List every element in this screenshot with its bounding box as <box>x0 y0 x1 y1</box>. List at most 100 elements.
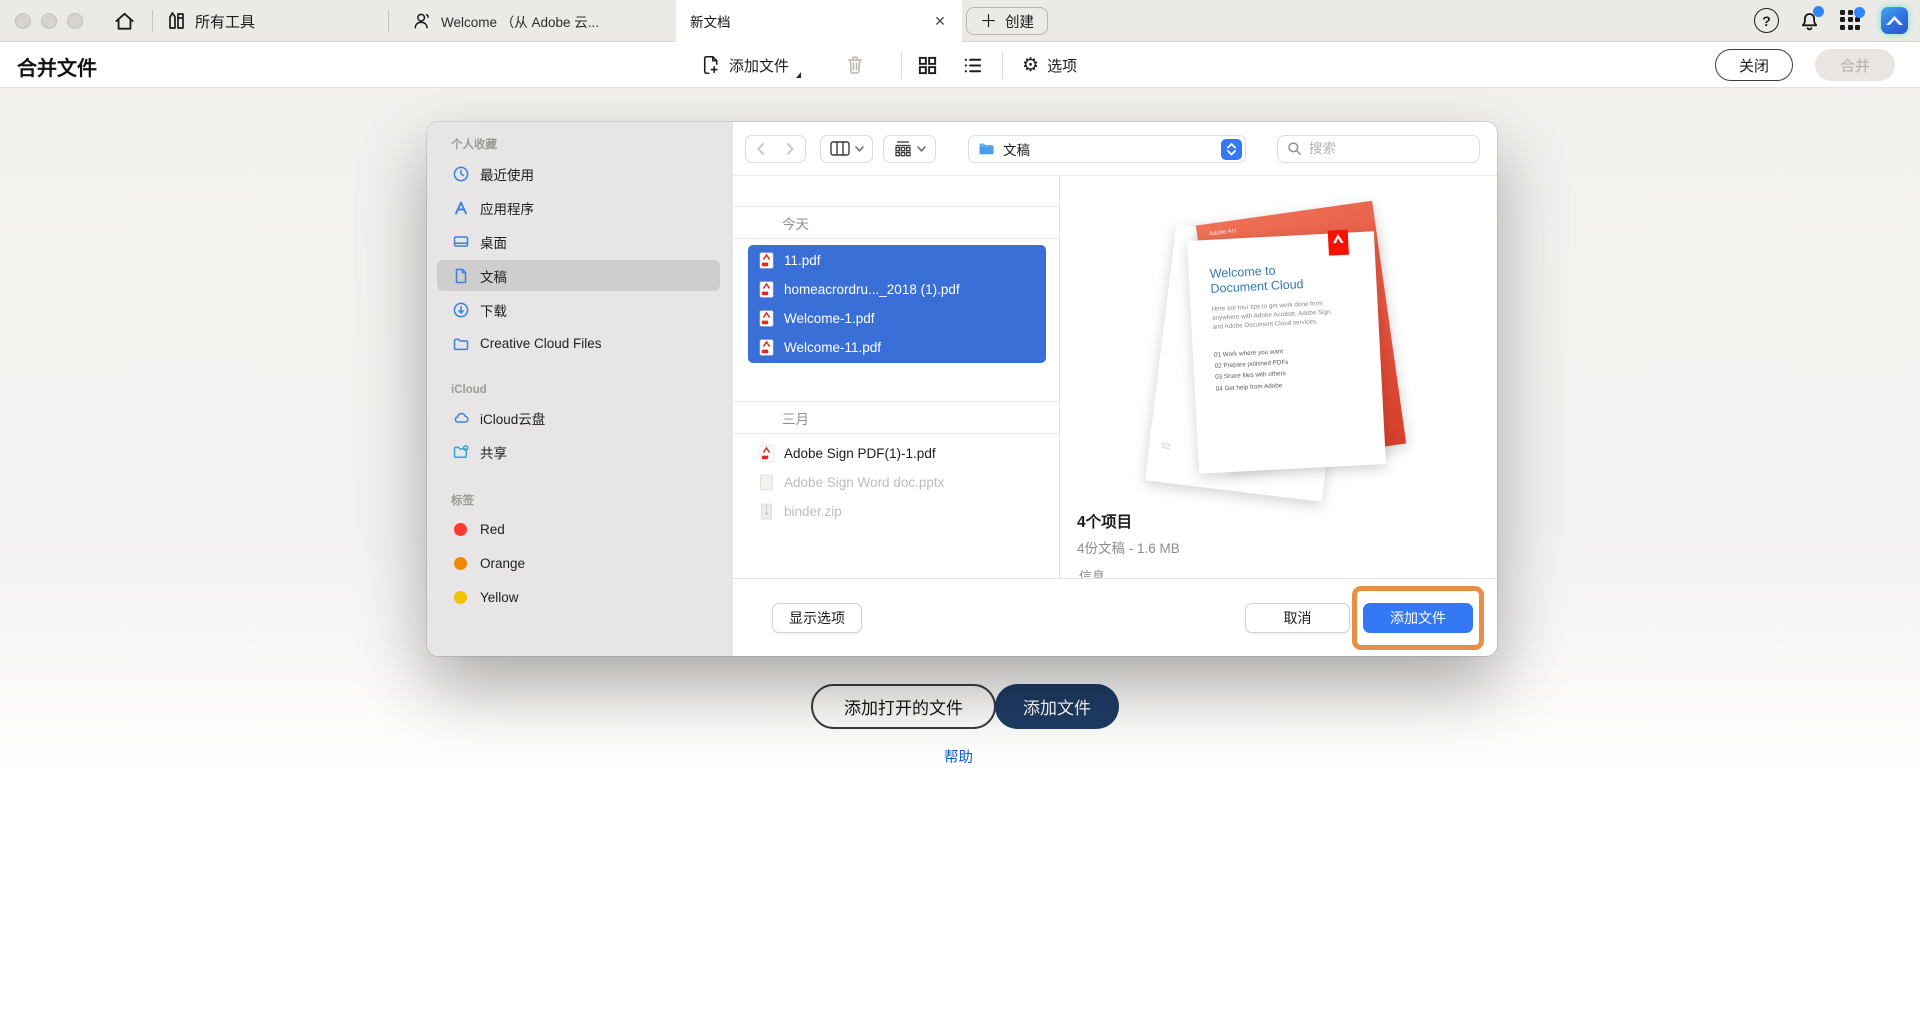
close-button[interactable]: 关闭 <box>1714 49 1793 81</box>
help-link[interactable]: 帮助 <box>944 746 973 767</box>
shared-folder-icon <box>451 443 470 461</box>
sidebar-item-label: 最近使用 <box>480 167 534 183</box>
tab-close-button[interactable]: ✕ <box>930 11 950 31</box>
window-zoom-button[interactable] <box>67 13 83 29</box>
cancel-button[interactable]: 取消 <box>1245 603 1350 633</box>
sidebar-item-label: 共享 <box>480 445 507 461</box>
sidebar-item-desktop[interactable]: 桌面 <box>437 226 720 257</box>
divider <box>152 10 153 32</box>
home-button[interactable] <box>110 8 138 34</box>
dialog-footer: 显示选项 取消 添加文件 <box>733 578 1497 656</box>
dropdown-caret-icon <box>796 72 802 78</box>
file-open-dialog: 个人收藏 最近使用 应用程序 桌面 文稿 下载 Creative Cloud F… <box>427 122 1497 656</box>
back-button[interactable] <box>745 134 776 163</box>
sidebar-item-shared[interactable]: 共享 <box>437 436 720 467</box>
file-row[interactable]: Welcome-1.pdf <box>748 304 1046 333</box>
dialog-sidebar: 个人收藏 最近使用 应用程序 桌面 文稿 下载 Creative Cloud F… <box>427 122 733 656</box>
file-row[interactable]: Adobe Sign PDF(1)-1.pdf <box>748 439 1046 468</box>
dialog-toolbar: 文稿 <box>733 122 1497 175</box>
all-tools-label: 所有工具 <box>195 13 256 31</box>
stepper-icon[interactable] <box>1221 138 1242 160</box>
pptx-file-icon <box>757 474 775 491</box>
file-row[interactable]: 11.pdf <box>748 246 1046 275</box>
file-row[interactable]: homeacrordru..._2018 (1).pdf <box>748 275 1046 304</box>
tag-label: Orange <box>480 556 526 571</box>
file-row[interactable]: Welcome-11.pdf <box>748 333 1046 362</box>
sidebar-tag-yellow[interactable]: Yellow <box>437 582 720 613</box>
chevron-down-icon <box>916 145 926 152</box>
divider <box>388 10 389 32</box>
window-close-button[interactable] <box>15 13 31 29</box>
options-button[interactable]: ⚙ 选项 <box>1022 55 1077 76</box>
tab-welcome-label: Welcome （从 Adobe 云... <box>441 15 600 30</box>
section-header-today: 今天 <box>733 206 1059 239</box>
sidebar-item-documents[interactable]: 文稿 <box>437 260 720 291</box>
clipped-info-label: 信息 <box>1079 569 1106 578</box>
create-button[interactable]: ＋ 创建 <box>966 7 1048 35</box>
sidebar-item-label: 应用程序 <box>480 201 534 217</box>
selection-count: 4个项目 <box>1077 514 1133 531</box>
location-label: 文稿 <box>1003 142 1030 158</box>
help-button[interactable]: ? <box>1754 8 1779 33</box>
group-view-button[interactable] <box>883 134 936 163</box>
plus-icon: ＋ <box>980 11 997 31</box>
sidebar-item-label: 下载 <box>480 303 507 319</box>
file-name: Welcome-11.pdf <box>784 340 882 355</box>
dialog-add-files-button[interactable]: 添加文件 <box>1363 603 1473 633</box>
sidebar-item-label: 文稿 <box>480 269 507 285</box>
action-bar: 合并文件 添加文件 ⚙ 选项 关闭 合并 <box>0 42 1920 88</box>
sidebar-tag-red[interactable]: Red <box>437 514 720 545</box>
add-files-label: 添加文件 <box>729 57 790 75</box>
combine-toolbar: 添加文件 ⚙ 选项 <box>700 42 1077 88</box>
delete-button[interactable] <box>845 54 865 76</box>
sidebar-tag-orange[interactable]: Orange <box>437 548 720 579</box>
chevron-down-icon <box>854 145 864 152</box>
pdf-file-icon <box>757 310 775 327</box>
list-view-button[interactable] <box>962 55 983 76</box>
clock-icon <box>451 165 470 183</box>
sidebar-item-downloads[interactable]: 下载 <box>437 294 720 325</box>
file-name: binder.zip <box>784 504 842 519</box>
sidebar-item-creative-cloud[interactable]: Creative Cloud Files <box>437 328 720 359</box>
grid-view-icon <box>917 55 938 76</box>
location-dropdown[interactable]: 文稿 <box>968 134 1246 163</box>
preview-page-front: Welcome to Document Cloud Here are four … <box>1187 229 1386 474</box>
question-mark-icon: ? <box>1762 12 1771 29</box>
all-tools-button[interactable]: 所有工具 <box>166 6 255 36</box>
show-options-button[interactable]: 显示选项 <box>772 603 862 633</box>
add-files-toolbar-button[interactable]: 添加文件 <box>700 54 802 78</box>
column-view-button[interactable] <box>820 134 873 163</box>
acrobat-logo-icon[interactable] <box>1881 7 1908 34</box>
screen: 所有工具 Welcome （从 Adobe 云... 新文档 ✕ ＋ 创建 ? <box>0 0 1920 1033</box>
sidebar-item-applications[interactable]: 应用程序 <box>437 192 720 223</box>
top-bar: 所有工具 Welcome （从 Adobe 云... 新文档 ✕ ＋ 创建 ? <box>0 0 1920 42</box>
apps-button[interactable] <box>1840 6 1865 32</box>
search-input[interactable] <box>1309 141 1449 156</box>
combine-button-disabled[interactable]: 合并 <box>1814 49 1895 81</box>
doc-tips-list: 01 Work where you want 02 Prepare polish… <box>1213 347 1289 393</box>
trash-icon <box>845 54 865 76</box>
sidebar-item-icloud-drive[interactable]: iCloud云盘 <box>437 402 720 433</box>
file-name: 11.pdf <box>784 253 821 268</box>
add-open-files-button[interactable]: 添加打开的文件 <box>811 684 996 729</box>
page-title: 合并文件 <box>17 58 97 80</box>
search-field[interactable] <box>1277 134 1480 163</box>
notifications-button[interactable] <box>1798 6 1824 32</box>
divider <box>901 51 903 79</box>
add-files-page-button[interactable]: 添加文件 <box>995 684 1119 729</box>
grid-view-button[interactable] <box>917 55 938 76</box>
forward-button[interactable] <box>775 134 806 163</box>
chevron-left-icon <box>756 142 765 156</box>
chevron-right-icon <box>786 142 795 156</box>
adobe-logo-icon <box>1327 229 1349 256</box>
sidebar-item-label: 桌面 <box>480 235 507 251</box>
list-view-icon <box>962 55 983 76</box>
top-right-icons: ? <box>1754 6 1908 34</box>
file-row-disabled: binder.zip <box>748 497 1046 526</box>
folder-icon <box>978 141 995 156</box>
sidebar-item-recents[interactable]: 最近使用 <box>437 158 720 189</box>
window-minimize-button[interactable] <box>41 13 57 29</box>
tab-new-document[interactable]: 新文档 ✕ <box>676 0 962 42</box>
tab-welcome[interactable]: Welcome （从 Adobe 云... <box>398 0 672 42</box>
